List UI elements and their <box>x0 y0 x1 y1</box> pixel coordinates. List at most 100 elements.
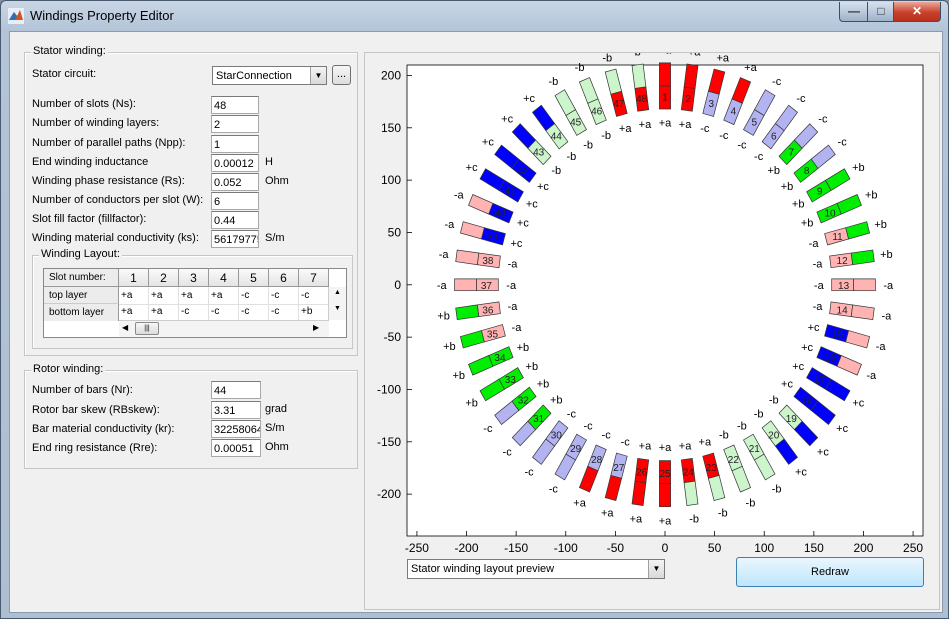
slot-number-label: 3 <box>708 99 714 110</box>
stator-circuit-select[interactable]: StarConnection ▼ <box>212 66 327 85</box>
stator-field-label: Winding material conductivity (ks): <box>32 232 199 244</box>
y-tick-label: -100 <box>377 382 401 396</box>
slot-top-phase-label: -c <box>796 93 806 105</box>
rotor-field-label: Number of bars (Nr): <box>32 384 133 396</box>
table-cell[interactable]: -c <box>209 303 239 321</box>
slot-bottom-phase-label: -a <box>809 238 820 250</box>
slot-bottom-phase-label: -a <box>506 280 517 292</box>
winding-layout-table[interactable]: Slot number: 1234567 top layer bottom la… <box>43 268 347 338</box>
slot-bottom-phase-label: +b <box>550 395 563 407</box>
view-select-value: Stator winding layout preview <box>411 563 555 575</box>
rotor-field-input[interactable]: 3.31 <box>211 401 261 419</box>
stator-field-input[interactable]: 1 <box>211 135 259 153</box>
slot-top-phase-label: +a <box>659 515 672 527</box>
slot-number-label: 22 <box>728 455 740 466</box>
slot-number-label: 35 <box>487 330 499 341</box>
slot-number-label: 42 <box>518 166 530 177</box>
slot-top-layer <box>659 483 671 508</box>
slot-bottom-phase-label: +c <box>510 238 522 250</box>
slot-top-phase-label: +b <box>880 249 893 261</box>
scroll-left-icon[interactable]: ◀ <box>122 323 128 332</box>
table-cell[interactable]: -c <box>239 303 269 321</box>
title-bar[interactable]: Windings Property Editor — □ ✕ <box>1 1 948 31</box>
stator-field-label: Number of slots (Ns): <box>32 98 136 110</box>
stator-field-input[interactable]: 56179775 <box>211 230 259 248</box>
scroll-down-icon[interactable]: ▼ <box>329 305 346 312</box>
column-header[interactable]: 4 <box>209 269 239 287</box>
slot-top-phase-label: -b <box>746 497 756 509</box>
winding-layout-panel: Winding Layout: Slot number: 1234567 top… <box>32 248 353 349</box>
table-cell[interactable]: +a <box>149 303 179 321</box>
y-tick-label: -200 <box>377 487 401 501</box>
slot-bottom-phase-label: -b <box>769 395 779 407</box>
column-header[interactable]: 2 <box>149 269 179 287</box>
stator-field-input[interactable]: 2 <box>211 115 259 133</box>
table-cell[interactable]: -c <box>179 303 209 321</box>
slot-number-label: 26 <box>636 468 648 479</box>
slot-number-label: 7 <box>789 148 795 159</box>
stator-field-input[interactable]: 48 <box>211 96 259 114</box>
slot-number-label: 36 <box>482 305 494 316</box>
slot-top-phase-label: +a <box>659 53 672 56</box>
slot-bottom-phase-label: +b <box>767 165 780 177</box>
view-select[interactable]: Stator winding layout preview ▼ <box>407 559 665 579</box>
slot-bottom-phase-label: +a <box>679 119 692 131</box>
slot-number-label: 44 <box>551 131 563 142</box>
slot-bottom-phase-label: +b <box>517 342 530 354</box>
column-header[interactable]: 6 <box>269 269 299 287</box>
slot-top-layer <box>631 480 647 506</box>
slot-number-label: 46 <box>591 107 603 118</box>
slot-number-label: 32 <box>518 395 530 406</box>
winding-layout-plot[interactable]: -250 -200 -150 -100 -50 0 50 100 150 200 250200150… <box>365 44 939 609</box>
column-header[interactable]: 3 <box>179 269 209 287</box>
redraw-button[interactable]: Redraw <box>736 557 924 587</box>
browse-circuit-button[interactable]: ... <box>332 65 351 85</box>
slot-bottom-phase-label: -b <box>754 409 764 421</box>
rotor-field-input[interactable]: 32258064 <box>211 420 261 438</box>
slot-top-phase-label: -a <box>883 280 894 292</box>
stator-field-input[interactable]: 0.44 <box>211 211 259 229</box>
table-cell[interactable]: -c <box>269 303 299 321</box>
slot-top-phase-label: -c <box>524 467 534 479</box>
bottom-layer-header: bottom layer <box>44 303 119 321</box>
slot-bottom-phase-label: -a <box>508 259 519 271</box>
slot-top-phase-label: -a <box>437 280 448 292</box>
stator-field-input[interactable]: 6 <box>211 192 259 210</box>
slot-top-layer <box>683 63 699 89</box>
slot-top-phase-label: -c <box>772 76 782 88</box>
slot-number-label: 38 <box>482 256 494 267</box>
horizontal-scrollbar[interactable]: ◀ ||| ▶ <box>119 320 329 337</box>
rotor-field-label: End ring resistance (Rre): <box>32 442 158 454</box>
close-button[interactable]: ✕ <box>893 2 941 22</box>
stator-field-input[interactable]: 0.00012 <box>211 154 259 172</box>
slot-top-layer <box>631 63 647 89</box>
slot-number-label: 24 <box>683 468 695 479</box>
vertical-scrollbar[interactable]: ▲ ▼ <box>328 287 346 320</box>
slot-bottom-phase-label: -a <box>512 322 523 334</box>
maximize-button[interactable]: □ <box>867 2 895 22</box>
y-tick-label: 150 <box>381 121 401 135</box>
close-icon: ✕ <box>911 4 923 18</box>
rotor-field-input[interactable]: 44 <box>211 381 261 399</box>
slot-number-label: 10 <box>824 209 836 220</box>
minimize-button[interactable]: — <box>839 2 869 22</box>
slot-bottom-phase-label: +c <box>808 322 820 334</box>
table-cell[interactable]: +a <box>119 303 149 321</box>
slot-top-phase-label: -b <box>575 62 585 74</box>
table-cell[interactable]: +b <box>299 303 329 321</box>
column-header[interactable]: 1 <box>119 269 149 287</box>
slot-top-layer <box>853 278 876 292</box>
slot-top-phase-label: +b <box>452 370 465 382</box>
rotor-field-input[interactable]: 0.00051 <box>211 439 261 457</box>
column-header[interactable]: 7 <box>299 269 329 287</box>
minimize-icon: — <box>848 4 860 18</box>
y-tick-label: 100 <box>381 173 401 187</box>
scroll-thumb[interactable]: ||| <box>135 322 159 335</box>
slot-top-phase-label: -a <box>881 311 892 323</box>
stator-field-input[interactable]: 0.052 <box>211 173 259 191</box>
slot-bottom-phase-label: +a <box>699 437 712 449</box>
column-header[interactable]: 5 <box>239 269 269 287</box>
scroll-right-icon[interactable]: ▶ <box>313 323 319 332</box>
rotor-field-label: Bar material conductivity (kr): <box>32 423 175 435</box>
scroll-up-icon[interactable]: ▲ <box>329 289 346 296</box>
